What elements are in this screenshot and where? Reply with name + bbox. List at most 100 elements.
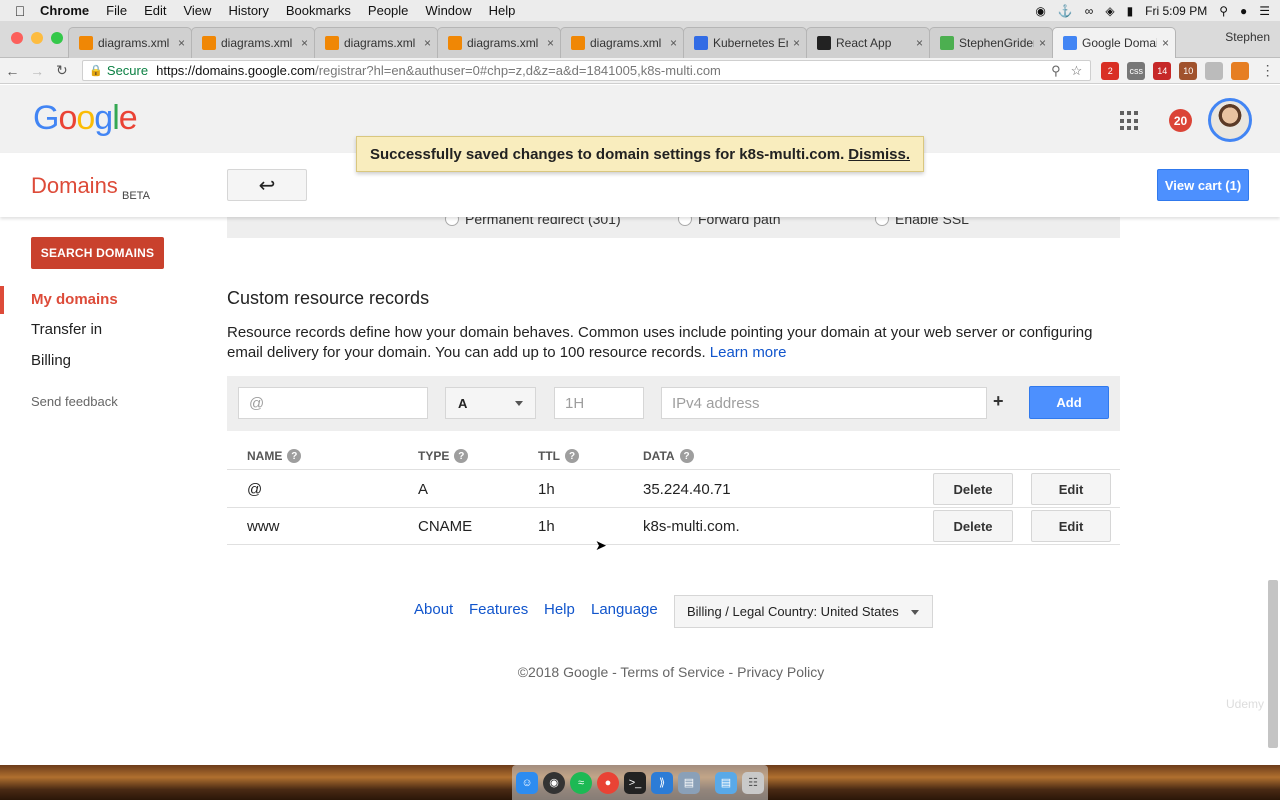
folder-icon[interactable]: ▤ <box>715 771 737 794</box>
ttl-input[interactable]: 1H <box>554 387 644 419</box>
bookmark-star-icon[interactable]: ☆ <box>1071 63 1083 79</box>
delete-record-button[interactable]: Delete <box>933 473 1013 505</box>
obs-icon[interactable]: ◉ <box>543 771 565 794</box>
address-bar[interactable]: 🔒 Secure https://domains.google.com /reg… <box>82 60 1092 81</box>
help-icon[interactable]: ? <box>287 449 302 463</box>
chrome-icon[interactable]: ● <box>597 771 619 794</box>
browser-tab[interactable]: diagrams.xml × <box>68 27 192 58</box>
footer-link-help[interactable]: Help <box>544 601 575 618</box>
footer-link-language[interactable]: Language <box>591 601 658 618</box>
close-tab-icon[interactable]: × <box>1162 36 1169 50</box>
footer-link-about[interactable]: About <box>414 601 453 618</box>
trash-icon[interactable]: ☷ <box>742 771 764 794</box>
extension-icon[interactable]: 14 <box>1153 61 1172 80</box>
extension-icon[interactable]: css <box>1127 61 1146 80</box>
record-ttl: 1h <box>538 481 555 498</box>
close-tab-icon[interactable]: × <box>178 36 185 50</box>
dismiss-link[interactable]: Dismiss. <box>848 146 910 163</box>
domains-brand[interactable]: Domains <box>31 173 118 199</box>
page-scrollbar[interactable] <box>1268 580 1278 748</box>
edit-record-button[interactable]: Edit <box>1031 510 1111 542</box>
avatar[interactable] <box>1208 98 1252 142</box>
browser-tab[interactable]: React App × <box>806 27 930 58</box>
close-tab-icon[interactable]: × <box>670 36 677 50</box>
clock[interactable]: Fri 5:09 PM <box>1145 4 1207 18</box>
search-domains-button[interactable]: SEARCH DOMAINS <box>31 237 164 269</box>
close-tab-icon[interactable]: × <box>301 36 308 50</box>
menu-help[interactable]: Help <box>489 3 516 18</box>
notification-center-icon[interactable]: ☰ <box>1259 4 1270 18</box>
preview-icon[interactable]: ▤ <box>678 771 700 794</box>
sidebar-item-transfer-in[interactable]: Transfer in <box>31 321 102 338</box>
terminal-icon[interactable]: >_ <box>624 771 646 794</box>
browser-tab[interactable]: diagrams.xml × <box>191 27 315 58</box>
edit-record-button[interactable]: Edit <box>1031 473 1111 505</box>
add-data-field-button[interactable]: + <box>993 391 1004 412</box>
siri-icon[interactable]: ● <box>1240 4 1247 18</box>
footer-link-features[interactable]: Features <box>469 601 528 618</box>
back-arrow-icon[interactable]: ← <box>0 63 25 79</box>
browser-tab[interactable]: Google Domain × <box>1052 27 1176 58</box>
active-nav-indicator <box>0 286 4 314</box>
menu-history[interactable]: History <box>228 3 268 18</box>
chrome-menu-icon[interactable]: ⋮ <box>1255 62 1280 79</box>
help-icon[interactable]: ? <box>679 449 694 463</box>
menu-chrome[interactable]: Chrome <box>40 3 89 18</box>
browser-tab[interactable]: StephenGrider/ × <box>929 27 1053 58</box>
browser-tab[interactable]: diagrams.xml × <box>560 27 684 58</box>
apps-grid-icon[interactable] <box>1120 111 1140 131</box>
delete-record-button[interactable]: Delete <box>933 510 1013 542</box>
docker-icon[interactable]: ⚓ <box>1058 4 1073 18</box>
forward-arrow-icon[interactable]: → <box>25 63 50 79</box>
vscode-icon[interactable]: ⟫ <box>651 771 673 794</box>
help-icon[interactable]: ? <box>454 449 469 463</box>
close-window-button[interactable] <box>11 32 23 44</box>
browser-tab[interactable]: diagrams.xml × <box>437 27 561 58</box>
profile-name[interactable]: Stephen <box>1225 30 1270 44</box>
menu-window[interactable]: Window <box>425 3 471 18</box>
reload-icon[interactable]: ↻ <box>49 62 74 79</box>
drawio-icon <box>448 36 462 50</box>
record-data-input[interactable]: IPv4 address <box>661 387 987 419</box>
spotify-icon[interactable]: ≈ <box>570 771 592 794</box>
record-name-input[interactable]: @ <box>238 387 428 419</box>
menu-file[interactable]: File <box>106 3 127 18</box>
back-button[interactable]: ↩ <box>227 169 307 201</box>
close-tab-icon[interactable]: × <box>916 36 923 50</box>
add-record-button[interactable]: Add <box>1029 386 1109 419</box>
finder-icon[interactable]: ☺ <box>516 771 538 794</box>
google-logo[interactable]: Google <box>33 99 138 138</box>
battery-icon[interactable]: ▮ <box>1127 4 1134 18</box>
learn-more-link[interactable]: Learn more <box>710 344 787 361</box>
notifications-badge[interactable]: 20 <box>1169 109 1192 132</box>
billing-country-select[interactable]: Billing / Legal Country: United States <box>674 595 933 628</box>
minimize-window-button[interactable] <box>31 32 43 44</box>
extension-icon[interactable] <box>1231 61 1250 80</box>
menu-people[interactable]: People <box>368 3 408 18</box>
glasses-icon[interactable]: ∞ <box>1085 4 1094 18</box>
status-app-icon[interactable]: ◉ <box>1035 4 1045 18</box>
browser-tab[interactable]: Kubernetes En × <box>683 27 807 58</box>
apple-icon[interactable]:  <box>0 3 40 19</box>
menu-bookmarks[interactable]: Bookmarks <box>286 3 351 18</box>
extension-icon[interactable]: 10 <box>1179 61 1198 80</box>
close-tab-icon[interactable]: × <box>424 36 431 50</box>
record-type-select[interactable]: A <box>445 387 536 419</box>
wifi-icon[interactable]: ◈ <box>1105 4 1114 18</box>
extension-icon[interactable]: 2 <box>1101 61 1120 80</box>
menu-view[interactable]: View <box>183 3 211 18</box>
sidebar-item-billing[interactable]: Billing <box>31 352 71 369</box>
extension-icon[interactable] <box>1205 61 1224 80</box>
spotlight-search-icon[interactable]: ⚲ <box>1219 4 1228 18</box>
sidebar-item-my-domains[interactable]: My domains <box>31 291 118 308</box>
view-cart-button[interactable]: View cart (1) <box>1157 169 1249 201</box>
close-tab-icon[interactable]: × <box>1039 36 1046 50</box>
zoom-icon[interactable]: ⚲ <box>1051 63 1061 79</box>
close-tab-icon[interactable]: × <box>793 36 800 50</box>
send-feedback-link[interactable]: Send feedback <box>31 394 118 409</box>
browser-tab[interactable]: diagrams.xml × <box>314 27 438 58</box>
menu-edit[interactable]: Edit <box>144 3 166 18</box>
help-icon[interactable]: ? <box>565 449 579 463</box>
close-tab-icon[interactable]: × <box>547 36 554 50</box>
maximize-window-button[interactable] <box>51 32 63 44</box>
